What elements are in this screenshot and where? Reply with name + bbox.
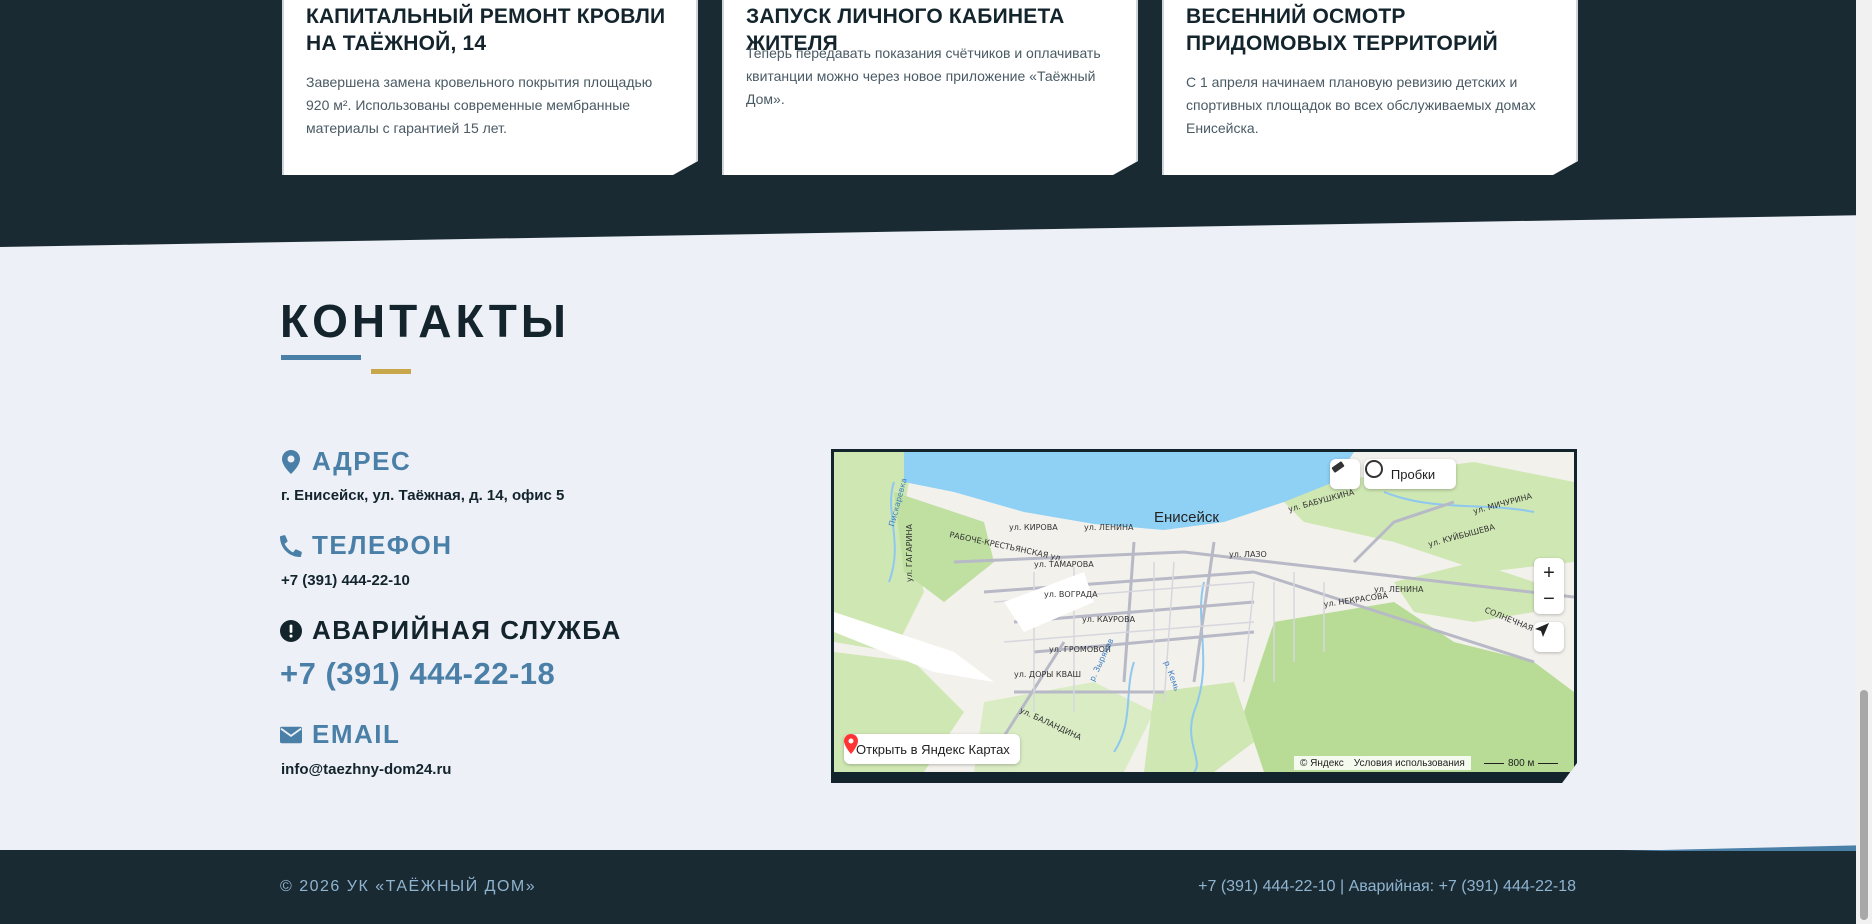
map-river-label: р. Зырянов [1088, 637, 1116, 683]
footer-copyright: © 2026 УК «ТАЁЖНЫЙ ДОМ» [280, 878, 537, 895]
news-card[interactable]: ВЕСЕННИЙ ОСМОТР ПРИДОМОВЫХ ТЕРРИТОРИЙ С … [1162, 0, 1578, 175]
email-value[interactable]: info@taezhny-dom24.ru [281, 761, 451, 778]
address-label: АДРЕС [312, 446, 412, 476]
email-heading: EMAIL [280, 719, 400, 750]
open-map-label: Открыть в Яндекс Картах [856, 741, 1010, 757]
ruler-button[interactable] [1330, 459, 1360, 489]
map-pin-icon [280, 449, 302, 474]
map-copyright[interactable]: © Яндекс [1300, 758, 1344, 769]
news-section: КАПИТАЛЬНЫЙ РЕМОНТ КРОВЛИ НА ТАЁЖНОЙ, 14… [0, 0, 1872, 250]
footer-contacts: +7 (391) 444-22-10 | Аварийная: +7 (391)… [1198, 878, 1576, 895]
map-street-label: ул. ВОГРАДА [1044, 590, 1098, 599]
geolocation-button[interactable] [1534, 622, 1564, 652]
map-tiles: Енисейск ул. КИРОВА ул. ЛЕНИНА РАБОЧЕ-КР… [834, 452, 1574, 772]
address-heading: АДРЕС [280, 446, 411, 477]
map-street-label: ул. КАУРОВА [1082, 615, 1136, 624]
news-card-title: ВЕСЕННИЙ ОСМОТР ПРИДОМОВЫХ ТЕРРИТОРИЙ [1186, 5, 1498, 55]
emergency-label: АВАРИЙНАЯ СЛУЖБА [312, 615, 622, 645]
map-canvas[interactable]: Енисейск ул. КИРОВА ул. ЛЕНИНА РАБОЧЕ-КР… [834, 452, 1574, 772]
news-card[interactable]: ЗАПУСК ЛИЧНОГО КАБИНЕТА ЖИТЕЛЯ Теперь пе… [722, 0, 1138, 175]
news-card-text: Завершена замена кровельного покрытия пл… [306, 74, 653, 136]
exclamation-circle-icon [280, 619, 302, 643]
zoom-control[interactable]: + − [1534, 558, 1564, 614]
map-city-label: Енисейск [1154, 509, 1219, 526]
map-street-label: ул. ЛЕНИНА [1084, 523, 1134, 532]
map-street-label: ул. КИРОВА [1009, 523, 1058, 532]
envelope-icon [280, 723, 302, 747]
map-street-label: ул. ДОРЫ КВАШ [1014, 670, 1081, 679]
emergency-phone[interactable]: +7 (391) 444-22-18 [280, 656, 555, 692]
map-street-label: ул. ГАГАРИНА [905, 524, 914, 582]
map-widget[interactable]: Енисейск ул. КИРОВА ул. ЛЕНИНА РАБОЧЕ-КР… [831, 449, 1577, 783]
zoom-out-button[interactable]: − [1543, 586, 1555, 612]
phone-icon [280, 534, 302, 558]
phone-heading: ТЕЛЕФОН [280, 530, 453, 561]
scrollbar-thumb[interactable] [1860, 690, 1868, 920]
contacts-title: КОНТАКТЫ [280, 295, 570, 347]
address-value: г. Енисейск, ул. Таёжная, д. 14, офис 5 [281, 487, 565, 504]
title-underline-blue [281, 355, 361, 360]
title-underline-gold [371, 369, 411, 374]
news-card-text: Теперь передавать показания счётчиков и … [746, 45, 1101, 107]
news-card-text: С 1 апреля начинаем плановую ревизию дет… [1186, 74, 1536, 136]
phone-label: ТЕЛЕФОН [312, 530, 453, 560]
phone-value[interactable]: +7 (391) 444-22-10 [281, 572, 410, 589]
zoom-in-button[interactable]: + [1543, 560, 1555, 586]
map-scale-label: 800 м [1508, 757, 1535, 769]
news-card-title: КАПИТАЛЬНЫЙ РЕМОНТ КРОВЛИ НА ТАЁЖНОЙ, 14 [306, 5, 666, 55]
traffic-label: Пробки [1390, 466, 1436, 482]
email-label: EMAIL [312, 719, 401, 749]
page-scrollbar[interactable] [1856, 0, 1872, 924]
open-in-yandex-maps-button[interactable]: Открыть в Яндекс Картах [844, 734, 1020, 764]
news-card[interactable]: КАПИТАЛЬНЫЙ РЕМОНТ КРОВЛИ НА ТАЁЖНОЙ, 14… [282, 0, 698, 175]
emergency-heading: АВАРИЙНАЯ СЛУЖБА [280, 615, 622, 646]
map-street-label: ул. ТАМАРОВА [1034, 560, 1094, 569]
map-terms-link[interactable]: Условия использования [1354, 758, 1465, 769]
map-street-label: ул. ЛАЗО [1229, 550, 1267, 559]
map-attribution: © Яндекс Условия использования [1294, 756, 1471, 770]
traffic-button[interactable]: Пробки [1364, 459, 1456, 489]
map-scale: 800 м [1484, 756, 1559, 770]
